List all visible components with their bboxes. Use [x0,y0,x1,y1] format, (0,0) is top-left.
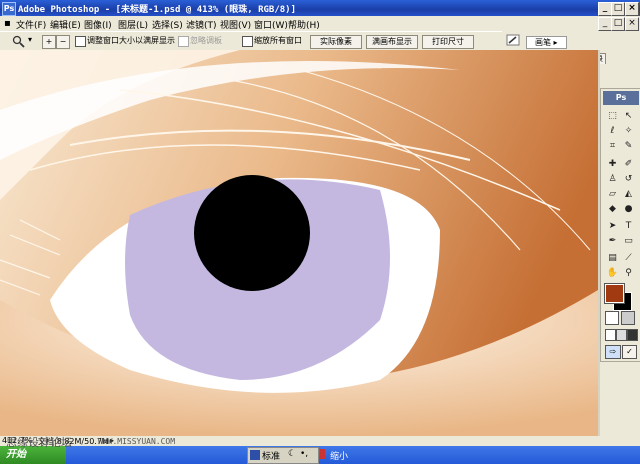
brush-palette-icon[interactable] [506,34,520,46]
ignore-palettes-label: 忽略调板 [190,36,222,45]
standard-screen-icon[interactable] [605,329,616,341]
slice-icon[interactable]: ✎ [621,139,636,153]
menu-bar: ▪ 文件(F) 编辑(E) 图像(I) 图层(L) 选择(S) 滤镜(T) 视图… [0,16,640,31]
doc-close-button[interactable]: × [625,17,639,31]
eyedropper-icon[interactable]: ⟋ [621,251,636,265]
type-icon[interactable]: T [621,219,636,233]
pen-icon[interactable]: ✒ [605,234,620,248]
hand-icon[interactable]: ✋ [605,266,620,280]
actual-pixels-button[interactable]: 实际像素 [310,35,362,49]
zoom-in-button[interactable]: + [42,35,56,49]
moon-icon[interactable]: ☾ [288,449,296,459]
zoom-out-button[interactable]: − [56,35,70,49]
ignore-palettes-checkbox [178,36,189,47]
fit-on-screen-button[interactable]: 满画布显示 [366,35,418,49]
menu-file[interactable]: 文件(F) [16,18,46,31]
dodge-icon[interactable]: ● [621,202,636,216]
healing-icon[interactable]: ✚ [605,157,620,171]
move-icon[interactable]: ↖ [621,109,636,123]
eye-artwork [0,50,598,436]
zoom-icon[interactable]: ⚲ [621,266,636,280]
menu-help[interactable]: 帮助(H) [288,18,320,31]
menu-window[interactable]: 窗口(W) [254,18,288,31]
document-icon: ▪ [4,18,11,29]
maximize-button[interactable]: □ [611,2,625,16]
punct-icon[interactable]: •, [300,449,308,459]
path-select-icon[interactable]: ➤ [605,219,620,233]
history-brush-icon[interactable]: ↺ [621,172,636,186]
lasso-icon[interactable]: ℓ [605,124,620,138]
menu-edit[interactable]: 编辑(E) [50,18,81,31]
tool-preset-arrow-icon[interactable]: ▾ [28,35,32,44]
photoshop-icon: Ps [2,2,16,16]
ime-bar: 标准 ☾ •, [247,447,319,464]
brush-icon[interactable]: ✐ [621,157,636,171]
ime-icon[interactable] [250,450,260,460]
zoom-tool-icon[interactable] [12,35,26,48]
menu-view[interactable]: 视图(V) [220,18,251,31]
marquee-icon[interactable]: ⬚ [605,109,620,123]
jump-to-imageready-icon[interactable]: ⇨ [605,345,621,359]
document-canvas[interactable] [0,50,598,436]
print-size-button[interactable]: 打印尺寸 [422,35,474,49]
full-screen-icon[interactable] [627,329,638,341]
menu-image[interactable]: 图像(I) [84,18,112,31]
full-screen-menu-icon[interactable] [616,329,627,341]
doc-restore-button[interactable]: □ [611,17,625,31]
screen-mode-buttons [605,329,638,343]
doc-minimize-button[interactable]: _ [598,17,612,31]
menu-layer[interactable]: 图层(L) [118,18,148,31]
shrink-label: 缩小 [330,452,349,462]
zoom-all-windows-label: 缩放所有窗口 [254,36,302,45]
blur-icon[interactable]: ◆ [605,202,620,216]
taskbar: 开始 思缘设计论坛 WWW.MISSYUAN.COM 标准 ☾ •, 缩小 [0,436,640,464]
crop-icon[interactable]: ⌗ [605,139,620,153]
imageready-buttons: ⇨ ✓ [605,345,637,359]
toolbox: Ps ⬚ ↖ ℓ ✧ ⌗ ✎ ✚ ✐ ♙ ↺ ▱ ◭ ◆ ● ➤ T ✒ ▭ ▤… [600,88,640,362]
quick-mask-buttons [605,311,637,325]
ime-mode[interactable]: 标准 [262,449,280,462]
magic-wand-icon[interactable]: ✧ [621,124,636,138]
menu-filter[interactable]: 滤镜(T) [186,18,217,31]
title-bar: Ps Adobe Photoshop - [未标题-1.psd @ 413% (… [0,0,640,16]
notes-icon[interactable]: ▤ [605,251,620,265]
shape-icon[interactable]: ▭ [621,234,636,248]
eraser-icon[interactable]: ▱ [605,187,620,201]
minimize-button[interactable]: _ [598,2,612,16]
close-button[interactable]: × [625,2,639,16]
zoom-all-windows-checkbox[interactable] [242,36,253,47]
toolbox-header[interactable]: Ps [603,91,639,105]
foreground-color-swatch[interactable] [604,283,625,304]
menu-select[interactable]: 选择(S) [152,18,183,31]
status-bar: 412.7% 文档:8.82M/50.7M ▸ [0,436,640,446]
resize-windows-checkbox[interactable] [75,36,86,47]
watermark-right: WWW.MISSYUAN.COM [98,437,176,446]
brushes-palette-tab[interactable]: 画笔 ▸ [526,36,567,49]
vertical-scrollbar[interactable] [598,50,600,436]
bucket-icon[interactable]: ◭ [621,187,636,201]
window-title: Adobe Photoshop - [未标题-1.psd @ 413% (眼珠,… [18,5,296,15]
stamp-icon[interactable]: ♙ [605,172,620,186]
watermark-left: 思缘设计论坛 [6,436,72,449]
standard-mode-icon[interactable] [605,311,619,325]
quick-mask-icon[interactable] [621,311,635,325]
ime-close-icon[interactable] [320,449,325,459]
checkmark-icon[interactable]: ✓ [622,345,637,359]
resize-windows-label: 调整窗口大小以满屏显示 [87,36,175,45]
